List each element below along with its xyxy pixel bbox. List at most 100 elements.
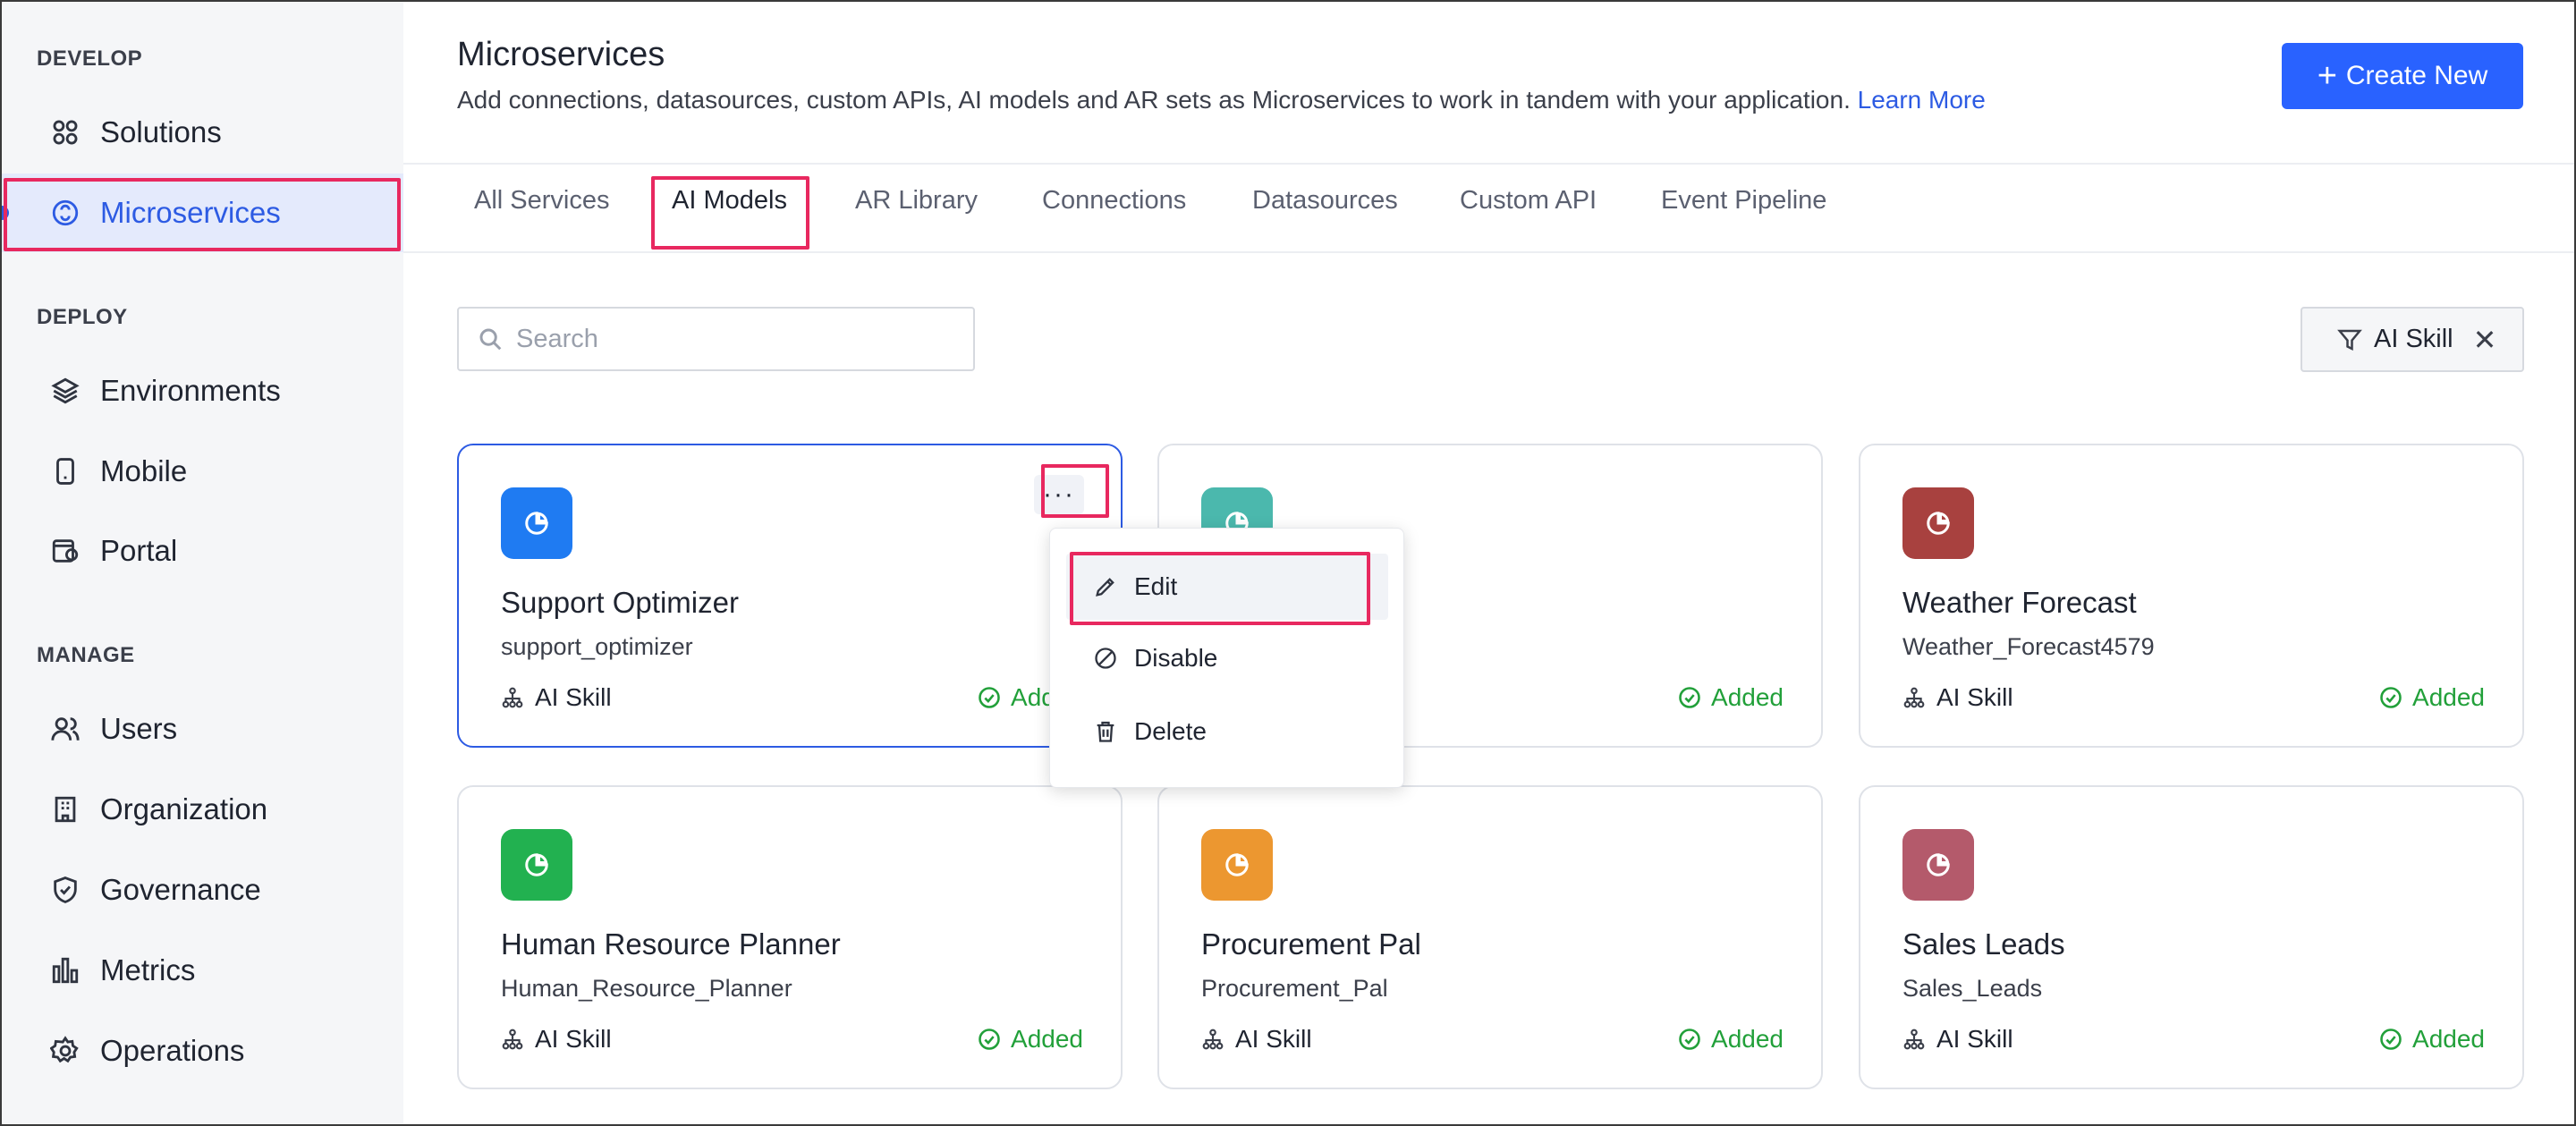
disable-icon	[1095, 648, 1116, 669]
card-status-label: Added	[1711, 683, 1784, 711]
check-circle-icon	[979, 687, 1000, 708]
filter-chip-ai-skill[interactable]: AI Skill ✕	[2301, 307, 2524, 372]
tab-ai-models[interactable]: AI Models	[672, 186, 787, 216]
grid-icon	[50, 117, 80, 148]
hierarchy-icon	[502, 1029, 523, 1050]
tab-custom-api[interactable]: Custom API	[1460, 186, 1597, 216]
ai-model-icon	[1201, 829, 1273, 901]
active-indicator	[0, 206, 9, 220]
card-slug: support_optimizer	[501, 633, 693, 660]
tabs-divider-bottom	[403, 251, 2574, 253]
sidebar-item-operations[interactable]: Operations	[0, 1012, 403, 1090]
card-status-label: Added	[2412, 683, 2485, 711]
card-slug: Weather_Forecast4579	[1902, 633, 2155, 660]
sidebar-item-governance[interactable]: Governance	[0, 851, 403, 929]
tab-ar-library[interactable]: AR Library	[855, 186, 978, 216]
sidebar-item-label: Users	[100, 712, 178, 745]
ai-model-icon	[1902, 829, 1974, 901]
card-status: Added	[2378, 1025, 2485, 1054]
portal-icon	[50, 536, 80, 566]
description-text: Add connections, datasources, custom API…	[457, 86, 1851, 114]
card-type: AI Skill	[1201, 1025, 1312, 1054]
card-type: AI Skill	[501, 683, 612, 712]
service-card-procurement-pal[interactable]: Procurement Pal Procurement_Pal AI Skill…	[1157, 785, 1823, 1089]
card-name: Weather Forecast	[1902, 586, 2137, 619]
sidebar-item-portal[interactable]: Portal	[0, 512, 403, 590]
sidebar-item-label: Metrics	[100, 953, 196, 986]
create-new-button[interactable]: + Create New	[2282, 43, 2523, 109]
menu-item-disable[interactable]: Disable	[1066, 625, 1388, 691]
close-icon[interactable]: ✕	[2473, 323, 2497, 357]
hierarchy-icon	[1202, 1029, 1224, 1050]
sidebar-item-label: Operations	[100, 1034, 245, 1067]
check-circle-icon	[1679, 687, 1700, 708]
sidebar-item-label: Solutions	[100, 115, 222, 148]
ai-model-icon	[501, 487, 572, 559]
ai-model-icon	[1902, 487, 1974, 559]
sidebar-item-label: Organization	[100, 792, 268, 825]
learn-more-link[interactable]: Learn More	[1858, 86, 1986, 114]
menu-item-label: Disable	[1134, 644, 1218, 672]
tab-datasources[interactable]: Datasources	[1252, 186, 1398, 216]
service-card-weather-forecast[interactable]: Weather Forecast Weather_Forecast4579 AI…	[1859, 444, 2524, 748]
service-card-sales-leads[interactable]: Sales Leads Sales_Leads AI Skill Added	[1859, 785, 2524, 1089]
filter-label: AI Skill	[2374, 325, 2453, 353]
card-status: Added	[977, 1025, 1083, 1054]
check-circle-icon	[1679, 1029, 1700, 1050]
card-name: Procurement Pal	[1201, 927, 1421, 961]
sidebar-item-label: Microservices	[100, 196, 281, 229]
service-card-human-resource-planner[interactable]: Human Resource Planner Human_Resource_Pl…	[457, 785, 1123, 1089]
service-card-support-optimizer[interactable]: ··· Support Optimizer support_optimizer …	[457, 444, 1123, 748]
more-options-button[interactable]: ···	[1034, 475, 1084, 514]
card-name: Human Resource Planner	[501, 927, 841, 961]
pencil-icon	[1096, 578, 1114, 597]
card-context-menu: Edit Disable Delete	[1049, 528, 1404, 788]
card-slug: Human_Resource_Planner	[501, 975, 792, 1002]
card-type-label: AI Skill	[1936, 1025, 2013, 1053]
page-description: Add connections, datasources, custom API…	[457, 86, 1986, 114]
sidebar: DEVELOP Solutions Microservices DEPLOY E…	[0, 0, 403, 1126]
sidebar-item-solutions[interactable]: Solutions	[0, 93, 403, 172]
sidebar-item-environments[interactable]: Environments	[0, 351, 403, 430]
card-type-label: AI Skill	[535, 1025, 612, 1053]
check-circle-icon	[2380, 1029, 2402, 1050]
hierarchy-icon	[502, 687, 523, 708]
card-type-label: AI Skill	[1936, 683, 2013, 711]
check-circle-icon	[2380, 687, 2402, 708]
tab-all-services[interactable]: All Services	[474, 186, 610, 216]
check-circle-icon	[979, 1029, 1000, 1050]
menu-item-delete[interactable]: Delete	[1066, 698, 1388, 765]
sidebar-item-organization[interactable]: Organization	[0, 770, 403, 849]
bar-chart-icon	[50, 955, 80, 986]
card-status: Added	[1677, 683, 1784, 712]
sidebar-item-mobile[interactable]: Mobile	[0, 432, 403, 511]
layers-icon	[50, 376, 80, 406]
search-input[interactable]	[514, 323, 947, 355]
card-type: AI Skill	[501, 1025, 612, 1054]
search-icon	[479, 328, 502, 351]
microservices-icon	[50, 198, 80, 228]
plus-icon: +	[2317, 57, 2337, 95]
page-title: Microservices	[457, 36, 665, 73]
card-slug: Sales_Leads	[1902, 975, 2043, 1002]
card-status-label: Added	[2412, 1025, 2485, 1053]
menu-item-edit[interactable]: Edit	[1066, 554, 1388, 620]
card-status: Added	[1677, 1025, 1784, 1054]
shield-icon	[50, 875, 80, 905]
users-icon	[50, 714, 80, 744]
ai-model-icon	[501, 829, 572, 901]
sidebar-item-microservices[interactable]: Microservices	[0, 174, 403, 252]
sidebar-item-metrics[interactable]: Metrics	[0, 931, 403, 1010]
card-type-label: AI Skill	[1235, 1025, 1312, 1053]
tab-connections[interactable]: Connections	[1042, 186, 1186, 216]
search-box[interactable]	[457, 307, 975, 371]
tab-event-pipeline[interactable]: Event Pipeline	[1661, 186, 1826, 216]
create-new-label: Create New	[2345, 61, 2488, 90]
menu-item-label: Edit	[1134, 572, 1178, 600]
sidebar-item-users[interactable]: Users	[0, 690, 403, 768]
menu-item-label: Delete	[1134, 717, 1207, 745]
card-name: Sales Leads	[1902, 927, 2065, 961]
sidebar-item-label: Portal	[100, 534, 178, 567]
card-type: AI Skill	[1902, 683, 2013, 712]
sidebar-item-label: Governance	[100, 873, 261, 906]
